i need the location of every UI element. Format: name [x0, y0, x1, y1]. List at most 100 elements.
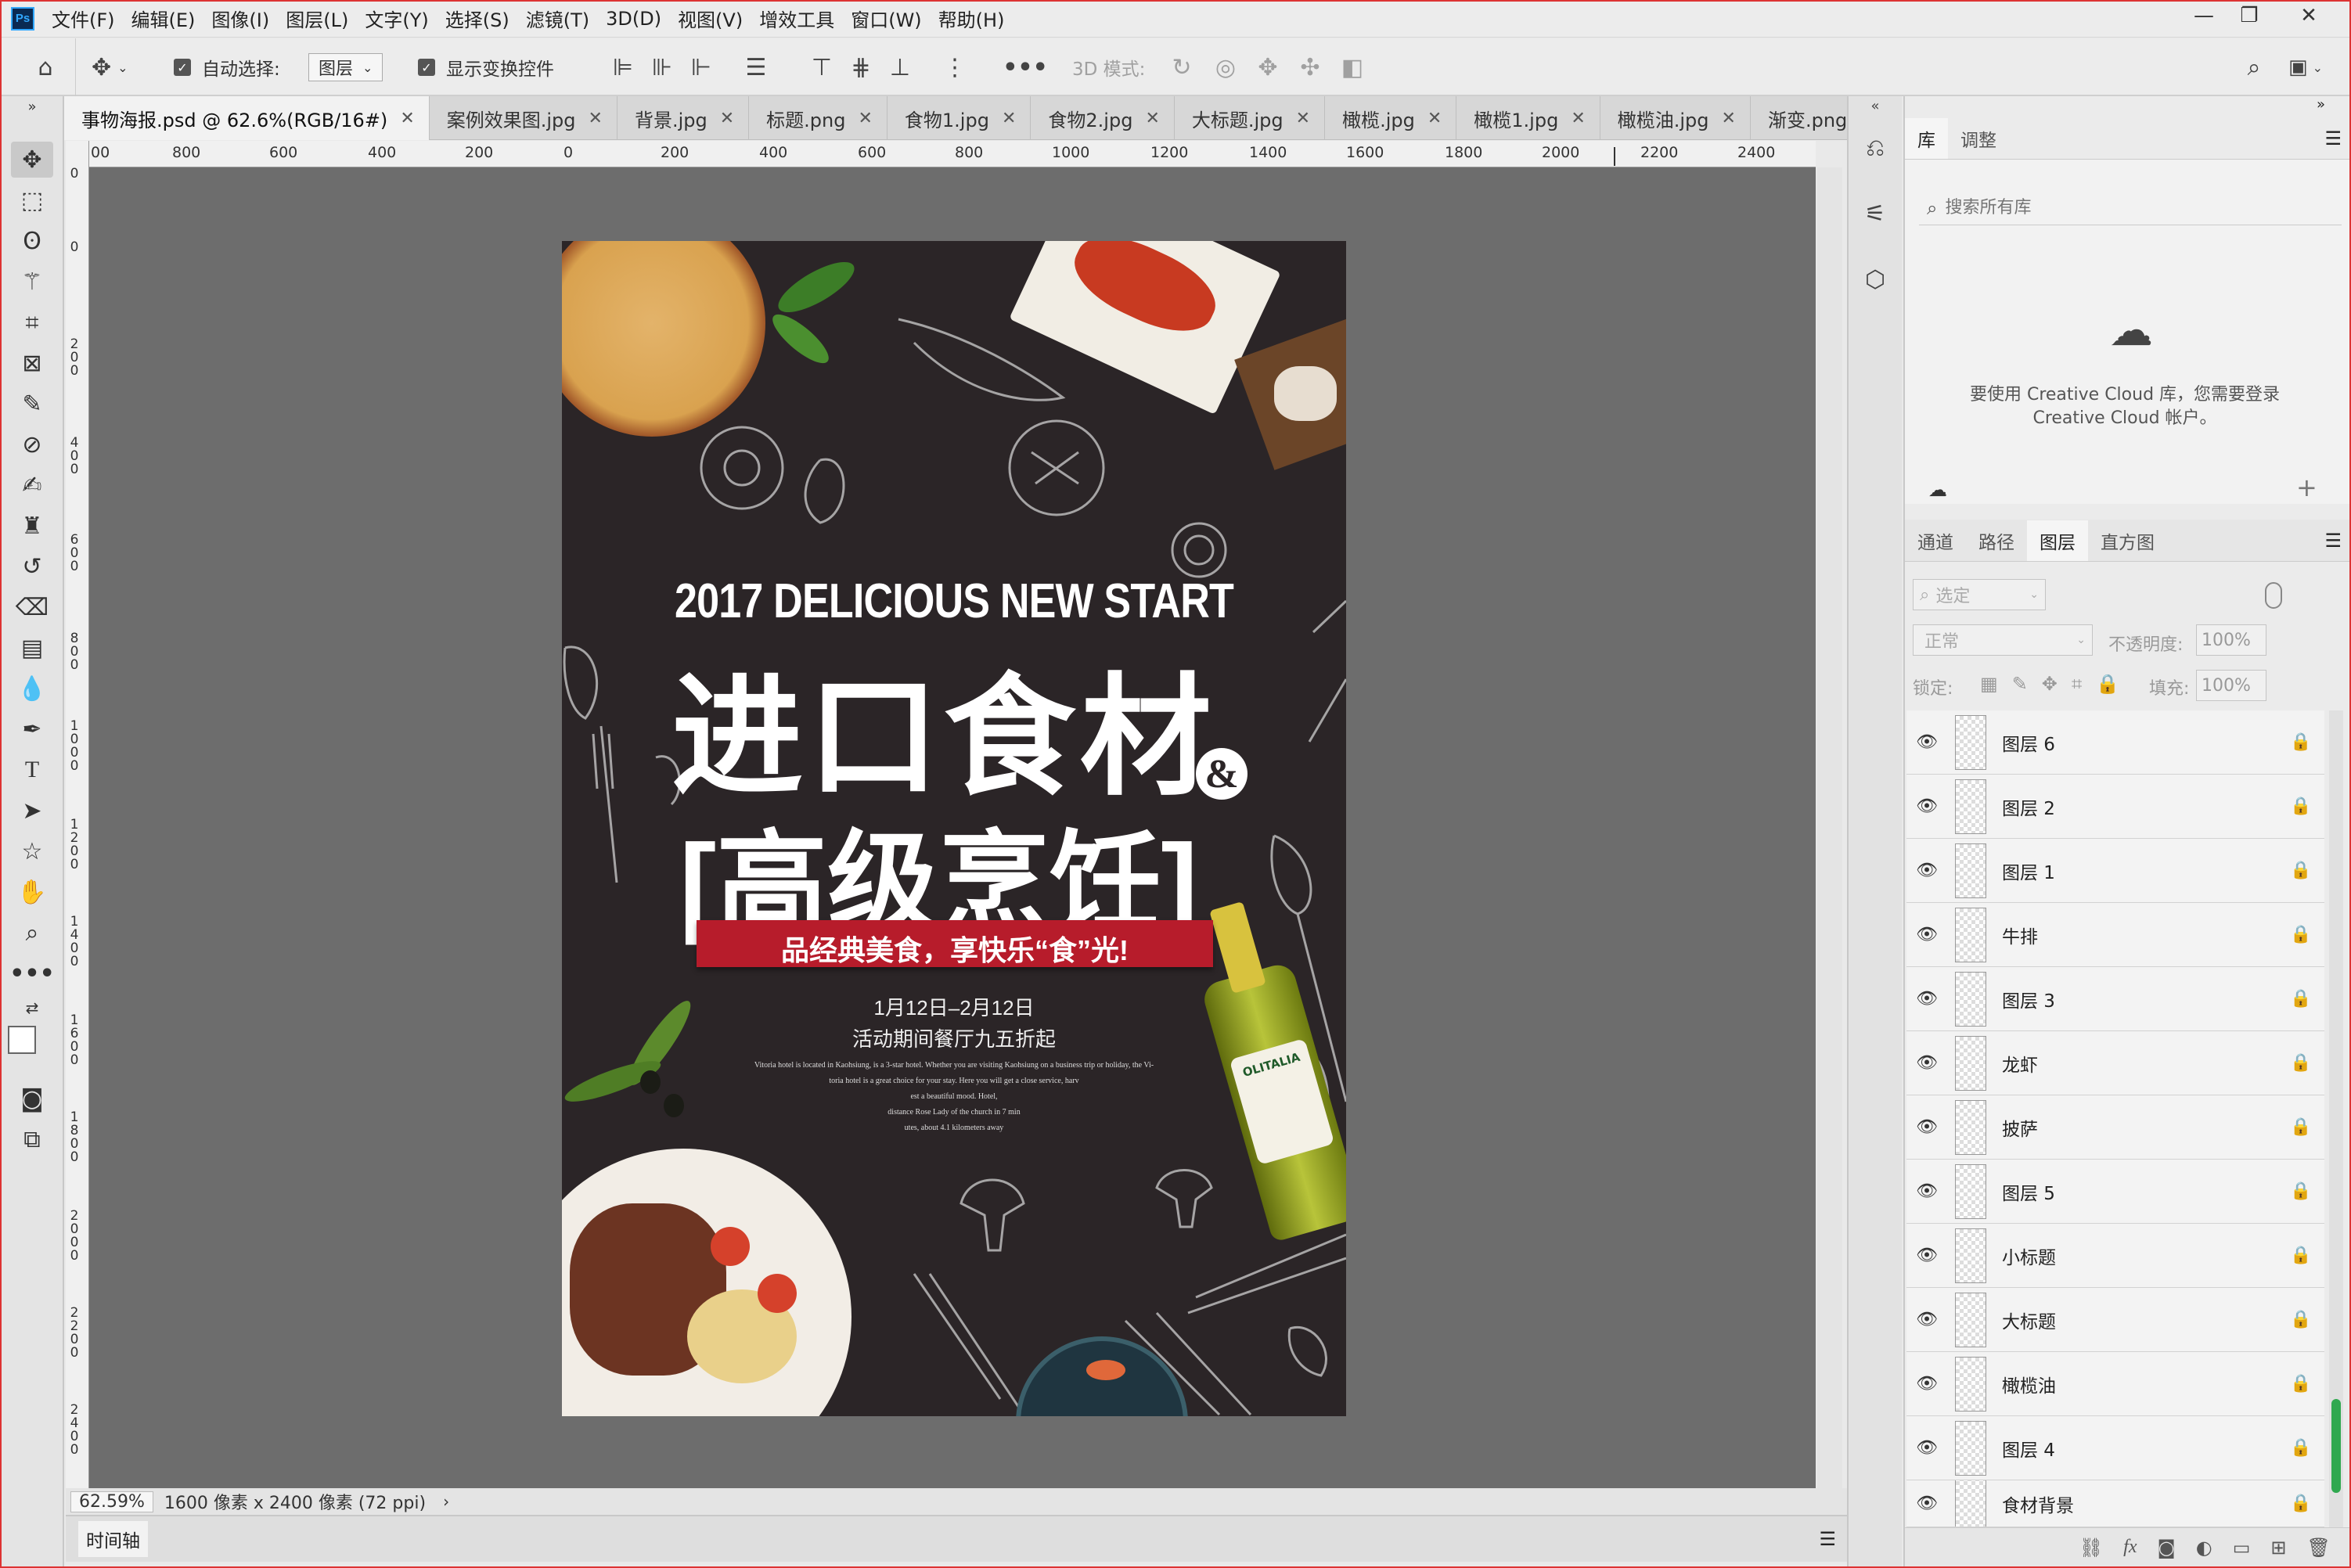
- lock-pixels-icon[interactable]: ✎: [2012, 673, 2028, 695]
- new-group-icon[interactable]: ▭: [2233, 1537, 2251, 1559]
- cloud-sync-icon[interactable]: ☁: [1928, 479, 1947, 501]
- collapse-dock-icon[interactable]: «: [1858, 96, 1892, 115]
- lock-position-icon[interactable]: ✥: [2042, 673, 2058, 695]
- new-layer-icon[interactable]: ⊞: [2270, 1537, 2286, 1559]
- adjustment-layer-icon[interactable]: ◐: [2196, 1537, 2212, 1559]
- fill-input[interactable]: 100%: [2196, 670, 2266, 701]
- hand-tool-icon[interactable]: ✋: [11, 874, 53, 910]
- layers-scrollbar[interactable]: [2329, 710, 2343, 1527]
- status-menu-icon[interactable]: ›: [443, 1492, 449, 1511]
- menu-window[interactable]: 窗口(W): [851, 5, 921, 32]
- gradient-tool-icon[interactable]: ▤: [11, 630, 53, 666]
- layer-row[interactable]: 👁 图层 4 🔒: [1906, 1416, 2324, 1480]
- visibility-eye-icon[interactable]: 👁: [1906, 797, 1947, 816]
- lock-artboard-icon[interactable]: ⌗: [2072, 673, 2083, 695]
- layers-scroll-thumb[interactable]: [2331, 1399, 2341, 1493]
- poster-canvas[interactable]: OLITALIA 2017 DELICIOUS NEW START 进口食材 &…: [562, 241, 1346, 1416]
- layer-row[interactable]: 👁 大标题 🔒: [1906, 1288, 2324, 1352]
- eyedropper-tool-icon[interactable]: ✎: [11, 386, 53, 422]
- menu-edit[interactable]: 编辑(E): [131, 5, 196, 32]
- lock-all-icon[interactable]: 🔒: [2096, 673, 2119, 695]
- menu-layer[interactable]: 图层(L): [286, 5, 348, 32]
- tab-title[interactable]: 标题.png ✕: [749, 96, 887, 140]
- layers-menu-icon[interactable]: ☰: [2324, 520, 2342, 561]
- distribute-h-icon[interactable]: ☰: [740, 38, 772, 96]
- tab-background[interactable]: 背景.jpg ✕: [617, 96, 750, 140]
- align-center-h-icon[interactable]: ⊪: [646, 38, 678, 96]
- foreground-color-swatch[interactable]: [8, 1026, 36, 1054]
- zoom-tool-icon[interactable]: ⌕: [11, 915, 53, 951]
- timeline-tab[interactable]: 时间轴: [78, 1521, 148, 1557]
- visibility-eye-icon[interactable]: 👁: [1906, 925, 1947, 944]
- pen-tool-icon[interactable]: ✒: [11, 711, 53, 747]
- library-search-input[interactable]: [1945, 198, 2321, 218]
- screen-mode-icon[interactable]: ⧉: [11, 1121, 53, 1157]
- layer-filter-dropdown[interactable]: ⌕ 选定 ⌄: [1913, 579, 2046, 610]
- history-panel-icon[interactable]: ⎌: [1858, 131, 1892, 165]
- visibility-eye-icon[interactable]: 👁: [1906, 1053, 1947, 1073]
- type-tool-icon[interactable]: T: [11, 752, 53, 788]
- search-icon[interactable]: ⌕: [2238, 38, 2270, 96]
- 3d-pan-icon[interactable]: ✥: [1252, 38, 1284, 96]
- layer-row[interactable]: 👁 小标题 🔒: [1906, 1224, 2324, 1288]
- align-right-icon[interactable]: ⊩: [686, 38, 717, 96]
- close-tab-icon[interactable]: ✕: [1145, 109, 1159, 128]
- home-icon[interactable]: ⌂: [28, 38, 63, 96]
- marquee-tool-icon[interactable]: ⬚: [11, 182, 53, 218]
- align-middle-v-icon[interactable]: ⋕: [845, 38, 877, 96]
- 3d-slide-icon[interactable]: ✣: [1294, 38, 1326, 96]
- close-tab-icon[interactable]: ✕: [1002, 109, 1016, 128]
- tab-big-title[interactable]: 大标题.jpg ✕: [1175, 96, 1326, 140]
- magic-wand-tool-icon[interactable]: ⚚: [11, 264, 53, 300]
- library-menu-icon[interactable]: ☰: [2324, 118, 2342, 159]
- layer-row[interactable]: 👁 食材背景 🔒: [1906, 1480, 2324, 1527]
- layer-row[interactable]: 👁 图层 2 🔒: [1906, 775, 2324, 839]
- layer-row[interactable]: 👁 披萨 🔒: [1906, 1095, 2324, 1160]
- close-tab-icon[interactable]: ✕: [1571, 109, 1585, 128]
- delete-layer-icon[interactable]: 🗑: [2307, 1537, 2331, 1559]
- frame-tool-icon[interactable]: ⊠: [11, 345, 53, 381]
- visibility-eye-icon[interactable]: 👁: [1906, 1374, 1947, 1394]
- history-brush-icon[interactable]: ↺: [11, 548, 53, 584]
- menu-file[interactable]: 文件(F): [52, 5, 115, 32]
- eraser-tool-icon[interactable]: ⌫: [11, 589, 53, 625]
- lasso-tool-icon[interactable]: ʘ: [11, 223, 53, 259]
- healing-brush-icon[interactable]: ⊘: [11, 426, 53, 462]
- distribute-v-icon[interactable]: ⋮: [939, 38, 970, 96]
- menu-3d[interactable]: 3D(D): [606, 8, 661, 30]
- collapse-panels-icon[interactable]: »: [2317, 96, 2325, 113]
- menu-plugins[interactable]: 增效工具: [759, 5, 834, 32]
- visibility-eye-icon[interactable]: 👁: [1906, 861, 1947, 880]
- layer-row[interactable]: 👁 图层 6 🔒: [1906, 710, 2324, 775]
- workspace-icon[interactable]: ▣ ⌄: [2282, 38, 2329, 96]
- visibility-eye-icon[interactable]: 👁: [1906, 1494, 1947, 1513]
- add-mask-icon[interactable]: ◙: [2157, 1537, 2175, 1559]
- tab-olive[interactable]: 橄榄.jpg ✕: [1325, 96, 1457, 140]
- edit-toolbar-icon[interactable]: •••: [9, 955, 55, 991]
- layer-row[interactable]: 👁 橄榄油 🔒: [1906, 1352, 2324, 1416]
- tab-adjustments[interactable]: 调整: [1948, 118, 2009, 159]
- tab-food1[interactable]: 食物1.jpg ✕: [887, 96, 1031, 140]
- layer-row[interactable]: 👁 图层 5 🔒: [1906, 1160, 2324, 1224]
- 3d-roll-icon[interactable]: ◎: [1210, 38, 1241, 96]
- lock-transparent-icon[interactable]: ▦: [1980, 673, 1998, 695]
- crop-tool-icon[interactable]: ⌗: [11, 304, 53, 340]
- align-bottom-icon[interactable]: ⊥: [884, 38, 916, 96]
- collapse-toolbar-icon[interactable]: »: [11, 98, 53, 115]
- link-layers-icon[interactable]: ⛓: [2079, 1537, 2103, 1559]
- show-transform-toggle[interactable]: ✓ 显示变换控件: [418, 38, 554, 96]
- menu-help[interactable]: 帮助(H): [938, 5, 1005, 32]
- more-options-icon[interactable]: •••: [1003, 38, 1048, 96]
- canvas-scrollbar[interactable]: [1817, 167, 1842, 1488]
- menu-select[interactable]: 选择(S): [445, 5, 509, 32]
- path-select-icon[interactable]: ➤: [11, 793, 53, 829]
- visibility-eye-icon[interactable]: 👁: [1906, 1117, 1947, 1137]
- brush-tool-icon[interactable]: ✍: [11, 467, 53, 503]
- menu-filter[interactable]: 滤镜(T): [526, 5, 589, 32]
- tab-olive-oil[interactable]: 橄榄油.jpg ✕: [1600, 96, 1751, 140]
- tab-paths[interactable]: 路径: [1966, 520, 2027, 561]
- visibility-eye-icon[interactable]: 👁: [1906, 1181, 1947, 1201]
- shape-tool-icon[interactable]: ☆: [11, 833, 53, 869]
- tab-food2[interactable]: 食物2.jpg ✕: [1031, 96, 1175, 140]
- auto-select-dropdown[interactable]: 图层 ⌄: [308, 53, 383, 81]
